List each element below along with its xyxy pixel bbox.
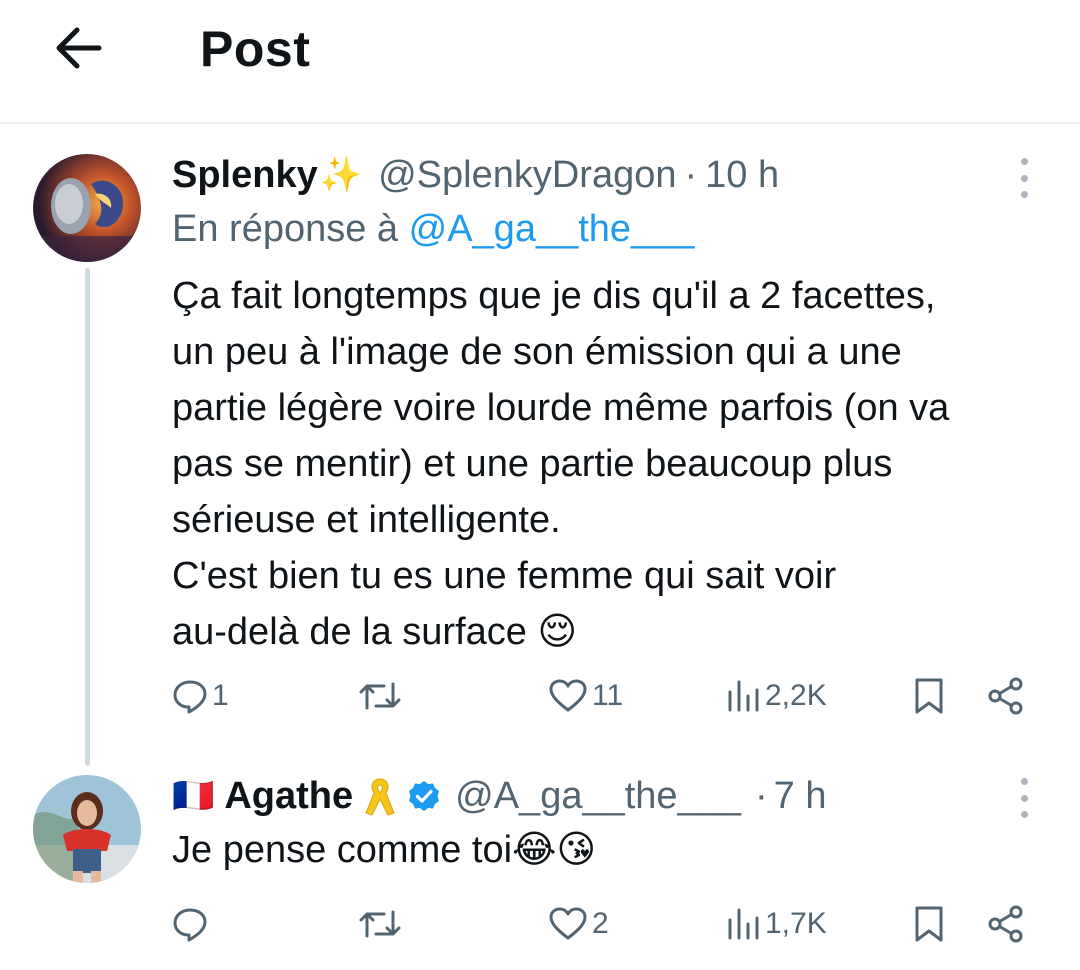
- reply-icon: [173, 680, 207, 714]
- top-bar: Post: [0, 0, 1080, 122]
- like-button[interactable]: 11: [548, 671, 623, 721]
- retweet-button[interactable]: [358, 671, 406, 721]
- tweet-text-line: au-delà de la surface 😌: [172, 611, 578, 653]
- display-name[interactable]: Agathe: [224, 775, 353, 818]
- share-icon: [988, 905, 1023, 943]
- view-count: 2,2K: [765, 679, 827, 712]
- ribbon-icon: [361, 775, 399, 817]
- bookmark-icon: [915, 678, 943, 714]
- views-bar-chart-icon: [728, 680, 759, 712]
- header-divider: [0, 122, 1080, 124]
- user-handle[interactable]: @SplenkyDragon: [378, 154, 676, 197]
- separator-dot: ·: [684, 153, 698, 196]
- more-options-button[interactable]: [1012, 158, 1036, 198]
- bookmark-button[interactable]: [912, 671, 946, 721]
- timestamp[interactable]: 10 h: [705, 154, 779, 197]
- tweet-text-line: sérieuse et intelligente.: [172, 499, 561, 541]
- back-button[interactable]: [50, 22, 106, 74]
- reply-button[interactable]: 1: [172, 671, 229, 721]
- france-flag-emoji: 🇫🇷: [172, 776, 215, 816]
- view-count: 1,7K: [765, 907, 827, 940]
- views-button[interactable]: 1,7K: [725, 899, 827, 949]
- timestamp[interactable]: 7 h: [774, 775, 827, 818]
- retweet-icon: [359, 682, 401, 710]
- like-button[interactable]: 2: [548, 899, 609, 949]
- tweet-text-line: partie légère voire lourde même parfois …: [172, 387, 950, 429]
- share-button[interactable]: [986, 671, 1026, 721]
- like-count: 11: [592, 679, 624, 712]
- share-button[interactable]: [986, 899, 1026, 949]
- reply-to-handle-link[interactable]: @A_ga__the___: [409, 208, 695, 250]
- more-dots-icon: [1020, 158, 1028, 165]
- reply-button[interactable]: [172, 899, 212, 949]
- tweet-header: Splenky ✨ @SplenkyDragon · 10 h: [172, 150, 779, 200]
- heart-icon: [549, 907, 587, 940]
- reply-context: En réponse à @A_ga__the___: [172, 208, 694, 251]
- more-dots-icon: [1020, 778, 1028, 785]
- tweet-text: Je pense comme toi😂😘: [172, 822, 596, 878]
- tweet-actions: 1 11 2,2K: [0, 671, 1080, 721]
- tweet-text-line: pas se mentir) et une partie beaucoup pl…: [172, 443, 893, 485]
- heart-icon: [549, 679, 587, 712]
- sparkles-emoji: ✨: [319, 155, 363, 195]
- tweet-text-line: Ça fait longtemps que je dis qu'il a 2 f…: [172, 275, 936, 317]
- bookmark-icon: [915, 906, 943, 942]
- user-handle[interactable]: @A_ga__the___: [455, 775, 741, 818]
- bookmark-button[interactable]: [912, 899, 946, 949]
- tweet-text-line: un peu à l'image de son émission qui a u…: [172, 331, 902, 373]
- retweet-button[interactable]: [358, 899, 406, 949]
- separator-dot: ·: [754, 774, 768, 817]
- tweet-actions: 2 1,7K: [0, 899, 1080, 949]
- share-icon: [988, 677, 1023, 715]
- views-button[interactable]: 2,2K: [725, 671, 827, 721]
- reply-prefix: En réponse à: [172, 208, 399, 250]
- reply-count: 1: [212, 679, 229, 712]
- like-count: 2: [592, 907, 609, 940]
- page-title: Post: [200, 21, 311, 77]
- views-bar-chart-icon: [728, 908, 759, 940]
- verified-badge-icon: [407, 779, 441, 813]
- tweet-text: Ça fait longtemps que je dis qu'il a 2 f…: [172, 268, 949, 660]
- arrow-left-icon: [56, 27, 102, 69]
- tweet-text-line: C'est bien tu es une femme qui sait voir: [172, 555, 837, 597]
- tweet-text-line: Je pense comme toi😂😘: [172, 829, 597, 871]
- avatar[interactable]: [33, 775, 141, 883]
- display-name[interactable]: Splenky: [172, 154, 318, 197]
- reply-icon: [173, 908, 207, 942]
- retweet-icon: [359, 910, 401, 938]
- tweet-header: 🇫🇷 Agathe @A_ga__the___ · 7 h: [172, 771, 826, 821]
- more-options-button[interactable]: [1012, 778, 1036, 818]
- avatar[interactable]: [33, 154, 141, 262]
